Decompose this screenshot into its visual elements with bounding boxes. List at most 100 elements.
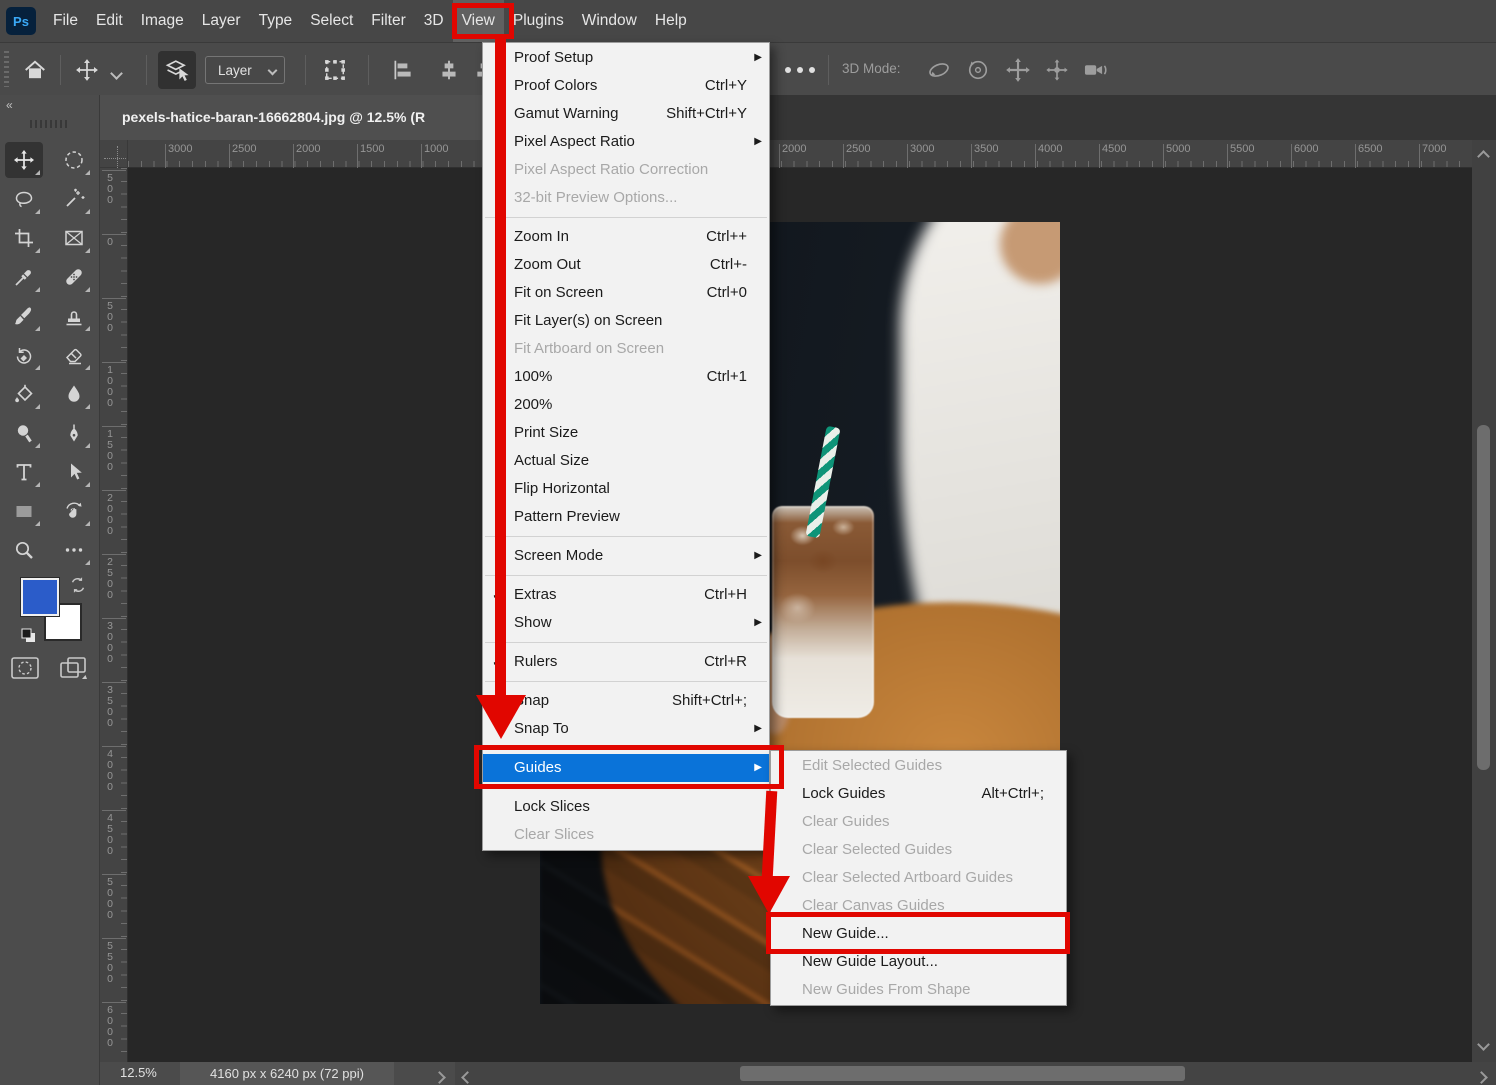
scroll-right-icon[interactable]	[1477, 1069, 1486, 1085]
tool-edit-toolbar[interactable]	[55, 532, 93, 568]
tool-dodge[interactable]	[5, 415, 43, 451]
move-tool-options-button[interactable]	[68, 51, 106, 89]
menu-item-screen-mode[interactable]: Screen Mode▶	[483, 542, 769, 570]
menu-item-pixel-aspect-ratio-correction[interactable]: Pixel Aspect Ratio Correction	[483, 156, 769, 184]
tool-magic-wand[interactable]	[55, 181, 93, 217]
menu-item-show[interactable]: Show▶	[483, 609, 769, 637]
menu-item-pixel-aspect-ratio[interactable]: Pixel Aspect Ratio▶	[483, 128, 769, 156]
foreground-color-swatch[interactable]	[21, 578, 59, 616]
menu-item-zoom-out[interactable]: Zoom OutCtrl+-	[483, 251, 769, 279]
auto-select-target-dropdown[interactable]: Layer	[205, 56, 285, 84]
menu-item-lock-slices[interactable]: Lock Slices	[483, 793, 769, 821]
tool-paint-bucket[interactable]	[5, 376, 43, 412]
menu-item-clear-selected-artboard-guides[interactable]: Clear Selected Artboard Guides	[771, 864, 1066, 892]
options-bar-grip[interactable]	[4, 51, 9, 87]
tool-clone-stamp[interactable]	[55, 298, 93, 334]
menubar-item-window[interactable]: Window	[573, 0, 646, 42]
scroll-up-icon[interactable]	[1479, 148, 1488, 166]
home-button[interactable]	[16, 51, 54, 89]
menu-item-snap[interactable]: ✓SnapShift+Ctrl+;	[483, 687, 769, 715]
align-center-button[interactable]	[430, 51, 468, 89]
scroll-down-icon[interactable]	[1479, 1036, 1488, 1054]
threed-orbit-button[interactable]	[920, 51, 958, 89]
menu-item-clear-canvas-guides[interactable]: Clear Canvas Guides	[771, 892, 1066, 920]
menubar-item-type[interactable]: Type	[250, 0, 302, 42]
horizontal-scrollbar-thumb[interactable]	[740, 1066, 1185, 1081]
menu-item-clear-selected-guides[interactable]: Clear Selected Guides	[771, 836, 1066, 864]
vertical-scrollbar[interactable]	[1472, 140, 1496, 1062]
tool-eyedropper[interactable]	[5, 259, 43, 295]
menubar-item-image[interactable]: Image	[132, 0, 193, 42]
menubar-item-view[interactable]: View	[453, 0, 504, 42]
tool-spot-healing-brush[interactable]	[55, 259, 93, 295]
menu-item-guides[interactable]: Guides▶	[483, 754, 769, 782]
menubar-item-layer[interactable]: Layer	[193, 0, 250, 42]
menubar-item-3d[interactable]: 3D	[415, 0, 453, 42]
photoshop-logo-icon[interactable]: Ps	[6, 7, 36, 35]
menubar-item-file[interactable]: File	[44, 0, 87, 42]
menu-item-gamut-warning[interactable]: Gamut WarningShift+Ctrl+Y	[483, 100, 769, 128]
tool-rotate-view[interactable]	[55, 493, 93, 529]
ruler-origin-box[interactable]	[100, 140, 128, 168]
menu-item-actual-size[interactable]: Actual Size	[483, 447, 769, 475]
menu-item-rulers[interactable]: ✓RulersCtrl+R	[483, 648, 769, 676]
menubar-item-plugins[interactable]: Plugins	[504, 0, 573, 42]
more-options-icon[interactable]	[785, 67, 819, 73]
tool-blur[interactable]	[55, 376, 93, 412]
screen-mode-button[interactable]	[58, 655, 90, 683]
menu-item-200[interactable]: 200%	[483, 391, 769, 419]
menubar-item-help[interactable]: Help	[646, 0, 696, 42]
tool-eraser[interactable]	[55, 337, 93, 373]
tool-type[interactable]	[5, 454, 43, 490]
menu-item-32-bit-preview-options[interactable]: 32-bit Preview Options...	[483, 184, 769, 212]
tool-frame[interactable]	[55, 220, 93, 256]
show-transform-controls-button[interactable]	[316, 51, 354, 89]
menu-item-proof-setup[interactable]: Proof Setup▶	[483, 44, 769, 72]
menu-item-100[interactable]: 100%Ctrl+1	[483, 363, 769, 391]
tool-rectangle[interactable]	[5, 493, 43, 529]
menu-item-clear-guides[interactable]: Clear Guides	[771, 808, 1066, 836]
threed-roll-button[interactable]	[959, 51, 997, 89]
zoom-level-field[interactable]: 12.5%	[120, 1065, 157, 1080]
menubar-item-edit[interactable]: Edit	[87, 0, 132, 42]
menu-item-new-guides-from-shape[interactable]: New Guides From Shape	[771, 976, 1066, 1004]
menu-item-new-guide[interactable]: New Guide...	[771, 920, 1066, 948]
vertical-scrollbar-thumb[interactable]	[1477, 425, 1490, 770]
menu-item-lock-guides[interactable]: Lock GuidesAlt+Ctrl+;	[771, 780, 1066, 808]
menubar-item-filter[interactable]: Filter	[362, 0, 414, 42]
horizontal-scrollbar[interactable]	[455, 1062, 1496, 1085]
tool-crop[interactable]	[5, 220, 43, 256]
tool-lasso[interactable]	[5, 181, 43, 217]
tool-history-brush[interactable]	[5, 337, 43, 373]
align-left-button[interactable]	[384, 51, 422, 89]
threed-slide-button[interactable]	[1038, 51, 1076, 89]
menu-item-proof-colors[interactable]: Proof ColorsCtrl+Y	[483, 72, 769, 100]
menu-item-extras[interactable]: ✓ExtrasCtrl+H	[483, 581, 769, 609]
menu-item-snap-to[interactable]: Snap To▶	[483, 715, 769, 743]
status-info-chevron-icon[interactable]	[435, 1069, 444, 1085]
quick-mask-button[interactable]	[10, 655, 40, 681]
swap-colors-icon[interactable]	[68, 575, 88, 595]
menu-item-fit-on-screen[interactable]: Fit on ScreenCtrl+0	[483, 279, 769, 307]
default-colors-icon[interactable]	[20, 627, 38, 645]
auto-select-layers-button[interactable]	[158, 51, 196, 89]
menu-item-fit-artboard-on-screen[interactable]: Fit Artboard on Screen	[483, 335, 769, 363]
tool-path-selection[interactable]	[55, 454, 93, 490]
scroll-left-icon[interactable]	[463, 1069, 472, 1085]
tool-zoom[interactable]	[5, 532, 43, 568]
menu-item-flip-horizontal[interactable]: Flip Horizontal	[483, 475, 769, 503]
tool-elliptical-marquee[interactable]	[55, 142, 93, 178]
threed-camera-button[interactable]	[1076, 51, 1114, 89]
menu-item-pattern-preview[interactable]: Pattern Preview	[483, 503, 769, 531]
document-tab[interactable]: pexels-hatice-baran-16662804.jpg @ 12.5%…	[100, 95, 520, 140]
menu-item-print-size[interactable]: Print Size	[483, 419, 769, 447]
menu-item-zoom-in[interactable]: Zoom InCtrl++	[483, 223, 769, 251]
tool-brush[interactable]	[5, 298, 43, 334]
menu-item-new-guide-layout[interactable]: New Guide Layout...	[771, 948, 1066, 976]
menu-item-clear-slices[interactable]: Clear Slices	[483, 821, 769, 849]
menu-item-fit-layer-s-on-screen[interactable]: Fit Layer(s) on Screen	[483, 307, 769, 335]
menubar-item-select[interactable]: Select	[301, 0, 362, 42]
tool-pen[interactable]	[55, 415, 93, 451]
menu-item-edit-selected-guides[interactable]: Edit Selected Guides	[771, 752, 1066, 780]
tools-panel-grip[interactable]	[30, 120, 70, 128]
